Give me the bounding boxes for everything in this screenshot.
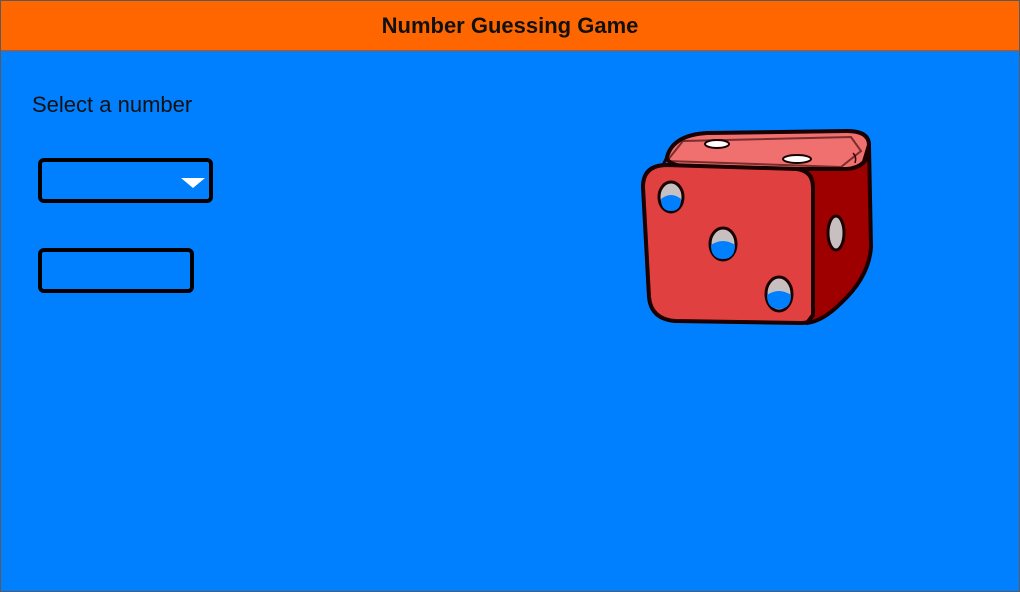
chevron-down-icon <box>181 178 205 188</box>
game-window: Number Guessing Game Select a number <box>0 0 1020 592</box>
select-number-label: Select a number <box>32 92 193 117</box>
number-select[interactable] <box>38 158 213 203</box>
guess-input[interactable] <box>38 248 194 293</box>
page-title: Number Guessing Game <box>381 12 639 38</box>
dice-icon <box>641 129 873 325</box>
header-bar: Number Guessing Game <box>1 1 1019 51</box>
